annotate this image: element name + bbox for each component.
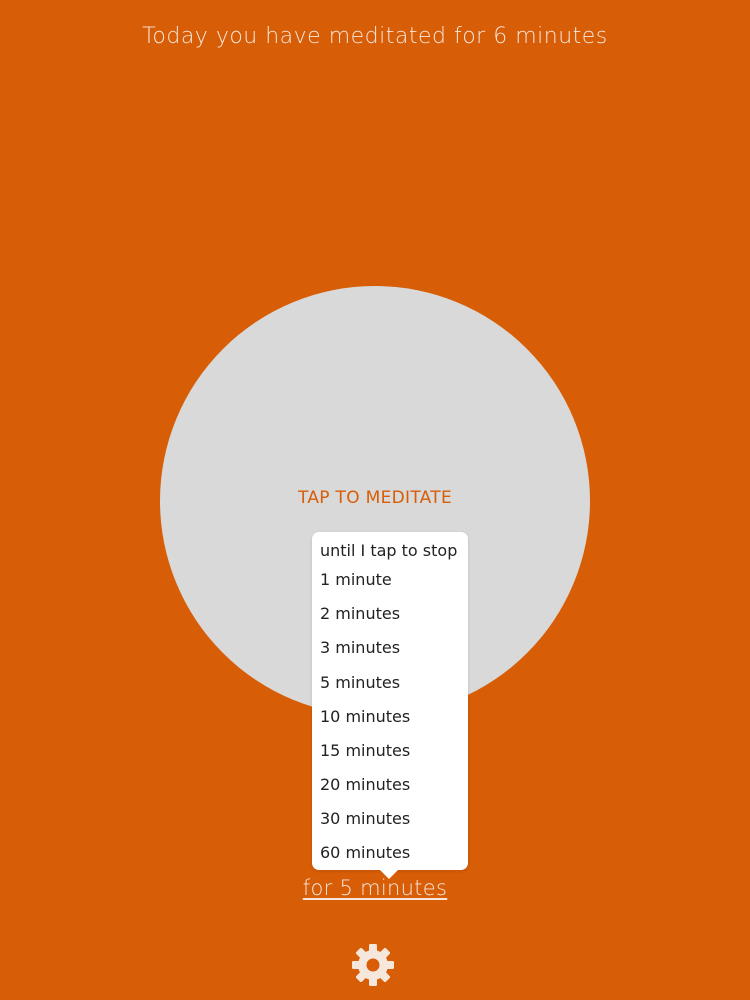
duration-option-20-minutes[interactable]: 20 minutes [320, 771, 410, 799]
meditation-screen: Today you have meditated for 6 minutes T… [0, 0, 750, 1000]
duration-option-60-minutes[interactable]: 60 minutes [320, 839, 410, 867]
settings-button[interactable] [351, 943, 395, 987]
duration-option-5-minutes[interactable]: 5 minutes [320, 669, 400, 697]
duration-link[interactable]: for 5 minutes [303, 876, 448, 900]
duration-option-3-minutes[interactable]: 3 minutes [320, 634, 400, 662]
duration-option-30-minutes[interactable]: 30 minutes [320, 805, 410, 833]
today-summary: Today you have meditated for 6 minutes [142, 24, 608, 49]
duration-option-15-minutes[interactable]: 15 minutes [320, 737, 410, 765]
duration-option-10-minutes[interactable]: 10 minutes [320, 703, 410, 731]
tap-to-meditate-label: TAP TO MEDITATE [297, 488, 453, 508]
gear-icon [351, 943, 395, 987]
duration-option-1-minute[interactable]: 1 minute [320, 566, 392, 594]
duration-menu: until I tap to stop 1 minute 2 minutes 3… [312, 532, 468, 879]
duration-option-until-stop[interactable]: until I tap to stop [320, 537, 457, 565]
duration-selector: for 5 minutes [0, 876, 750, 900]
duration-option-2-minutes[interactable]: 2 minutes [320, 600, 400, 628]
